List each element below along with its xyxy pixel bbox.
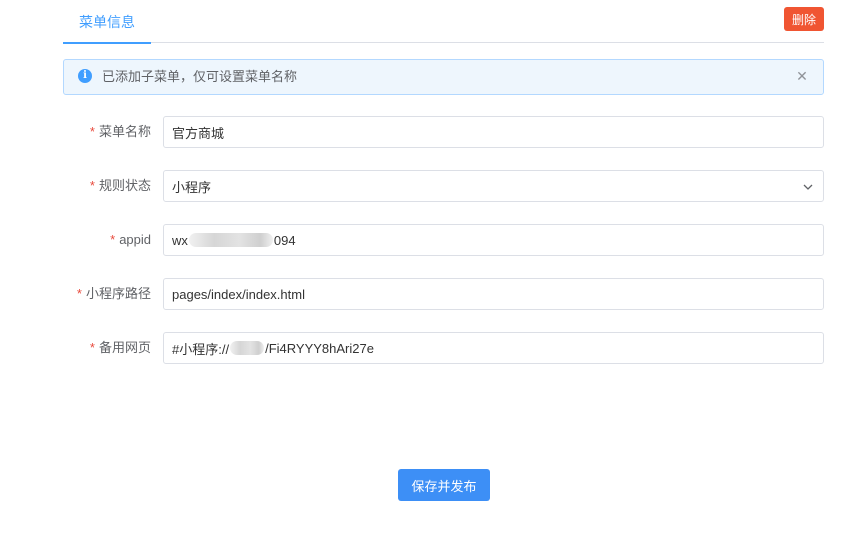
- rule-status-select[interactable]: 小程序: [163, 170, 824, 202]
- required-mark: *: [89, 340, 95, 355]
- menu-name-label: * 菜单名称: [89, 124, 151, 139]
- info-alert: i 已添加子菜单，仅可设置菜单名称 ✕: [63, 59, 824, 95]
- backup-page-input[interactable]: #小程序:///Fi4RYYY8hAri27e: [163, 332, 824, 364]
- form-row-appid: * appid wx 094: [0, 224, 868, 256]
- form-row-backup-page: * 备用网页 #小程序:///Fi4RYYY8hAri27e: [0, 332, 868, 364]
- miniprogram-path-input[interactable]: pages/index/index.html: [163, 278, 824, 310]
- appid-label: * appid: [110, 232, 151, 247]
- required-mark: *: [76, 286, 82, 301]
- miniprogram-path-label: * 小程序路径: [76, 286, 151, 301]
- info-icon: i: [78, 69, 92, 83]
- appid-input[interactable]: wx 094: [163, 224, 824, 256]
- menu-name-input[interactable]: 官方商城: [163, 116, 824, 148]
- tab-menu-info-label: 菜单信息: [79, 13, 135, 30]
- chevron-down-icon: [803, 184, 813, 190]
- delete-button[interactable]: 删除: [784, 7, 824, 31]
- backup-page-label: * 备用网页: [89, 340, 151, 355]
- rule-status-label: * 规则状态: [89, 178, 151, 193]
- save-and-publish-button[interactable]: 保存并发布: [398, 469, 490, 501]
- form-row-menu-name: * 菜单名称 官方商城: [0, 116, 868, 148]
- redacted-blur: [230, 341, 265, 355]
- menu-editor-page: 菜单信息 删除 i 已添加子菜单，仅可设置菜单名称 ✕ * 菜单名称 官方商城 *…: [0, 0, 868, 545]
- form-row-miniprogram-path: * 小程序路径 pages/index/index.html: [0, 278, 868, 310]
- redacted-blur: [188, 233, 273, 247]
- form-row-rule-status: * 规则状态 小程序: [0, 170, 868, 202]
- required-mark: *: [89, 124, 95, 139]
- tab-menu-info[interactable]: 菜单信息: [63, 0, 151, 44]
- tab-bar: 菜单信息: [63, 0, 824, 44]
- required-mark: *: [89, 178, 95, 193]
- tab-active-indicator: [63, 42, 151, 44]
- required-mark: *: [110, 232, 116, 247]
- alert-text: 已添加子菜单，仅可设置菜单名称: [102, 69, 298, 84]
- close-icon[interactable]: ✕: [795, 69, 809, 83]
